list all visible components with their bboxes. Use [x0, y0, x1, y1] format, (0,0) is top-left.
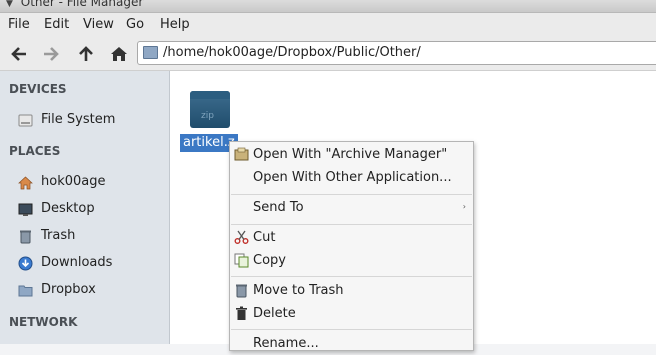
sidebar-item-trash[interactable]: Trash	[18, 227, 168, 247]
zip-badge: zip	[201, 111, 214, 121]
desktop-icon	[18, 203, 33, 216]
location-path[interactable]: /home/hok00age/Dropbox/Public/Other/	[163, 45, 421, 60]
sidebar-network-header: NETWORK	[9, 315, 78, 329]
up-arrow-icon	[79, 46, 93, 61]
menu-item-open-with-archive-manager[interactable]: Open With "Archive Manager"	[230, 144, 473, 166]
sidebar-places-header: PLACES	[9, 144, 61, 158]
archive-manager-icon	[234, 147, 249, 161]
menu-separator	[231, 276, 472, 277]
sidebar-item-label: File System	[41, 112, 116, 127]
window-title-row: ▼ Other - File Manager	[6, 0, 143, 9]
zip-archive-lid	[190, 91, 230, 99]
window-title: Other - File Manager	[20, 0, 144, 9]
sidebar-item-label: Desktop	[41, 201, 95, 216]
back-button[interactable]	[8, 43, 30, 65]
sidebar-item-downloads[interactable]: Downloads	[18, 254, 168, 274]
downloads-icon	[18, 256, 33, 271]
trash-icon	[20, 230, 31, 244]
menu-item-copy[interactable]: Copy	[230, 250, 473, 272]
menu-item-send-to[interactable]: Send To ›	[230, 197, 473, 219]
menu-item-label: Send To	[253, 200, 304, 215]
menu-help[interactable]: Help	[160, 17, 190, 32]
sidebar-item-label: Trash	[41, 228, 76, 243]
menu-item-move-to-trash[interactable]: Move to Trash	[230, 280, 473, 302]
context-menu: Open With "Archive Manager" Open With Ot…	[229, 141, 474, 351]
menu-item-label: Delete	[253, 306, 296, 321]
menu-item-label: Move to Trash	[253, 283, 344, 298]
menu-edit[interactable]: Edit	[44, 17, 69, 32]
menu-item-cut[interactable]: Cut	[230, 227, 473, 249]
submenu-arrow-icon: ›	[462, 202, 466, 211]
sidebar-devices-header: DEVICES	[9, 82, 67, 96]
menu-go[interactable]: Go	[126, 17, 144, 32]
delete-icon	[236, 306, 247, 320]
menu-view[interactable]: View	[83, 17, 114, 32]
trash-icon	[236, 284, 247, 298]
location-bar[interactable]: /home/hok00age/Dropbox/Public/Other/	[137, 41, 656, 65]
sidebar-item-desktop[interactable]: Desktop	[18, 200, 168, 220]
menu-item-label: Open With Other Application...	[253, 170, 452, 185]
menu-separator	[231, 329, 472, 330]
sidebar-item-label: Dropbox	[41, 282, 96, 297]
sidebar: DEVICES File System PLACES hok00age Desk…	[0, 71, 170, 344]
sidebar-item-label: Downloads	[41, 255, 113, 270]
zip-archive-icon[interactable]: zip	[190, 91, 230, 128]
folder-icon	[143, 46, 158, 59]
sidebar-item-dropbox[interactable]: Dropbox	[18, 281, 168, 301]
menu-separator	[231, 224, 472, 225]
sidebar-item-label: hok00age	[41, 174, 106, 189]
home-icon	[111, 47, 127, 61]
home-icon	[18, 176, 33, 190]
menu-item-label: Open With "Archive Manager"	[253, 147, 448, 162]
scissors-icon	[234, 230, 249, 244]
drive-icon	[18, 114, 33, 127]
menu-separator	[231, 194, 472, 195]
menu-item-label: Copy	[253, 253, 286, 268]
window-menu-icon[interactable]: ▼	[6, 0, 13, 9]
forward-button[interactable]	[40, 43, 62, 65]
menu-bar: File Edit View Go Help	[0, 13, 656, 37]
copy-icon	[234, 253, 249, 268]
menu-item-rename[interactable]: Rename...	[230, 333, 473, 355]
forward-arrow-icon	[44, 47, 59, 61]
sidebar-item-home[interactable]: hok00age	[18, 173, 168, 193]
back-arrow-icon	[11, 47, 26, 61]
menu-item-open-with-other-application[interactable]: Open With Other Application...	[230, 167, 473, 189]
menu-item-label: Cut	[253, 230, 276, 245]
title-bar: ▼ Other - File Manager	[0, 0, 656, 13]
folder-icon	[18, 285, 33, 297]
home-button[interactable]	[108, 43, 130, 65]
menu-item-delete[interactable]: Delete	[230, 303, 473, 325]
menu-file[interactable]: File	[8, 17, 30, 32]
sidebar-item-file-system[interactable]: File System	[18, 111, 168, 131]
up-button[interactable]	[75, 43, 97, 65]
toolbar: /home/hok00age/Dropbox/Public/Other/	[0, 37, 656, 71]
